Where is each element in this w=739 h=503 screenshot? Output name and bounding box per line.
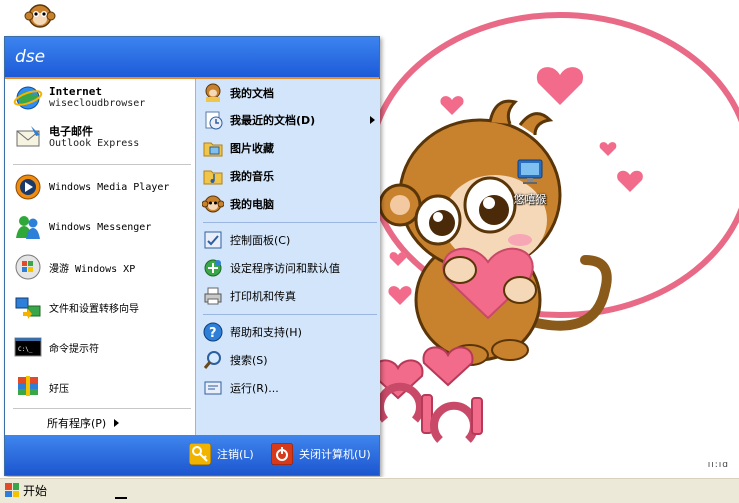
right-my-computer-label: 我的电脑: [230, 198, 274, 211]
pinned-email-title: 电子邮件: [49, 125, 93, 138]
right-my-pictures-label: 图片收藏: [230, 142, 274, 155]
messenger-icon: [16, 216, 40, 239]
recent-messenger-label: Windows Messenger: [49, 221, 152, 233]
my-computer-icon: [202, 195, 224, 213]
recent-media-player-label: Windows Media Player: [49, 181, 170, 193]
right-item-recent-documents[interactable]: 我最近的文档(D): [202, 109, 375, 131]
right-my-music-label: 我的音乐: [230, 170, 274, 183]
right-item-help[interactable]: ? 帮助和支持(H): [202, 321, 302, 343]
outlook-express-icon: [16, 126, 40, 147]
search-icon: [203, 351, 221, 369]
my-music-icon: [203, 170, 223, 185]
all-programs-label: 所有程序(P): [47, 417, 107, 430]
command-prompt-icon: C:\_: [14, 337, 42, 357]
right-item-run[interactable]: 运行(R)...: [202, 377, 279, 399]
windows-flag-icon: [5, 483, 19, 497]
user-name: dse: [15, 47, 46, 67]
control-panel-icon: [204, 231, 222, 249]
start-menu: dse Internet wisecloudbrowser 电子邮件 Outlo…: [4, 36, 380, 476]
submenu-arrow-icon: [370, 116, 375, 124]
desktop-shortcut-label: 悠嘻猴: [513, 193, 547, 206]
recent-haozip-label: 好压: [49, 383, 69, 395]
help-icon: ?: [203, 322, 223, 342]
pinned-separator: [13, 164, 191, 165]
logoff-button[interactable]: 注销(L): [189, 443, 254, 465]
run-icon: [204, 381, 222, 395]
pinned-email-subtitle: Outlook Express: [49, 138, 140, 149]
xp-tour-icon: [15, 254, 41, 280]
right-control-panel-label: 控制面板(C): [230, 234, 291, 247]
pinned-internet-subtitle: wisecloudbrowser: [49, 98, 146, 109]
right-item-my-pictures[interactable]: 图片收藏: [202, 137, 274, 159]
pinned-internet-title: Internet: [49, 85, 102, 98]
recent-item-media-player[interactable]: Windows Media Player: [13, 172, 169, 202]
haozip-icon: [18, 376, 38, 396]
right-item-control-panel[interactable]: 控制面板(C): [202, 229, 290, 251]
printers-icon: [204, 287, 222, 305]
right-printers-label: 打印机和传真: [230, 290, 296, 303]
start-menu-header: dse: [5, 37, 379, 79]
internet-browser-icon: [13, 86, 43, 110]
logoff-label: 注销(L): [217, 448, 254, 461]
transfer-wizard-icon: [15, 297, 41, 319]
all-programs-button[interactable]: 所有程序(P): [47, 415, 120, 431]
tray-text: ıı:ıɑ: [707, 460, 729, 470]
right-program-access-label: 设定程序访问和默认值: [230, 262, 340, 275]
shutdown-button[interactable]: 关闭计算机(U): [271, 443, 371, 465]
right-item-my-computer[interactable]: 我的电脑: [202, 193, 274, 215]
desktop-shortcut[interactable]: 悠嘻猴: [505, 158, 555, 207]
right-item-printers[interactable]: 打印机和传真: [202, 285, 296, 307]
program-access-icon: [204, 259, 222, 277]
chevron-right-icon: [114, 419, 120, 427]
right-run-label: 运行(R)...: [230, 382, 279, 395]
right-item-my-documents[interactable]: 我的文档: [202, 82, 274, 104]
right-item-my-music[interactable]: 我的音乐: [202, 165, 274, 187]
recent-transfer-wizard-label: 文件和设置转移向导: [49, 303, 139, 315]
recent-item-transfer-wizard[interactable]: 文件和设置转移向导: [13, 292, 139, 322]
recent-item-command-prompt[interactable]: C:\_ 命令提示符: [13, 332, 99, 362]
right-recent-documents-label: 我最近的文档(D): [230, 114, 316, 127]
computer-monitor-icon: [517, 159, 543, 184]
monkey-sticker-icon: [24, 4, 56, 28]
pinned-item-email[interactable]: 电子邮件 Outlook Express: [13, 123, 139, 153]
media-player-icon: [15, 174, 41, 200]
all-programs-separator: [13, 408, 191, 409]
start-button[interactable]: 开始: [2, 480, 55, 500]
right-item-program-access[interactable]: 设定程序访问和默认值: [202, 257, 340, 279]
recent-xp-tour-label: 漫游 Windows XP: [49, 263, 136, 275]
my-documents-icon: [205, 83, 221, 102]
recent-documents-icon: [205, 111, 223, 130]
power-icon: [271, 443, 293, 465]
right-item-search[interactable]: 搜索(S): [202, 349, 268, 371]
right-separator-1: [203, 222, 377, 223]
recent-item-messenger[interactable]: Windows Messenger: [13, 212, 151, 242]
right-separator-2: [203, 314, 377, 315]
recent-command-prompt-label: 命令提示符: [49, 343, 99, 355]
pinned-item-internet[interactable]: Internet wisecloudbrowser: [13, 83, 145, 113]
recent-item-haozip[interactable]: 好压: [13, 372, 69, 402]
svg-text:?: ?: [209, 326, 217, 341]
right-help-label: 帮助和支持(H): [230, 326, 302, 339]
taskbar: ıı:ıɑ 开始: [0, 460, 739, 503]
recent-item-xp-tour[interactable]: 漫游 Windows XP: [13, 252, 135, 282]
start-button-label: 开始: [23, 483, 48, 498]
right-search-label: 搜索(S): [230, 354, 268, 367]
my-pictures-icon: [203, 142, 223, 157]
shutdown-label: 关闭计算机(U): [299, 448, 371, 461]
svg-text:C:\_: C:\_: [18, 346, 33, 353]
key-icon: [189, 443, 211, 465]
taskbar-divider: [115, 497, 127, 499]
right-my-documents-label: 我的文档: [230, 87, 274, 100]
